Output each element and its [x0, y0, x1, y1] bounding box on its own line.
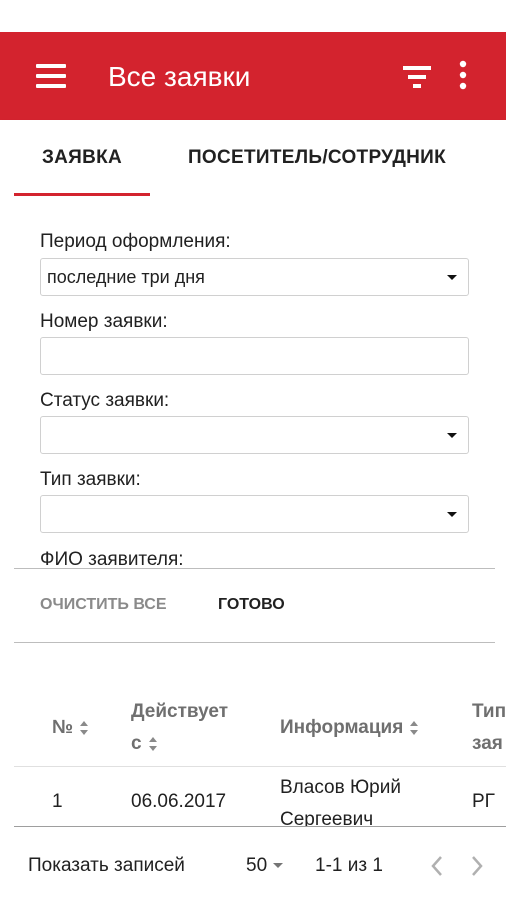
- filter-form: Период оформления: последние три дня Ном…: [0, 196, 506, 568]
- form-divider: [14, 568, 495, 569]
- tab-request[interactable]: ЗАЯВКА: [14, 120, 150, 196]
- request-status-label: Статус заявки:: [40, 390, 170, 411]
- cell-valid-from: 06.06.2017: [131, 791, 227, 812]
- request-type-label: Тип заявки:: [40, 469, 141, 490]
- period-select[interactable]: последние три дня: [40, 258, 469, 296]
- pagination-bar: Показать записей 50 1-1 из 1: [0, 827, 506, 900]
- column-header-type[interactable]: Тип зая: [472, 696, 506, 760]
- request-number-label: Номер заявки:: [40, 311, 168, 332]
- dropdown-arrow-icon: [273, 863, 284, 869]
- page-size-value: 50: [246, 855, 268, 876]
- app-bar: Все заявки: [0, 32, 506, 120]
- filter-actions: ОЧИСТИТЬ ВСЕ ГОТОВО: [0, 570, 506, 642]
- page-range-text: 1-1 из 1: [315, 855, 383, 876]
- cell-number: 1: [52, 791, 63, 812]
- column-header-valid-from-line1: Действует: [131, 701, 229, 722]
- table-header-divider: [14, 766, 506, 767]
- dropdown-arrow-icon: [447, 512, 457, 517]
- tab-visitor-employee[interactable]: ПОСЕТИТЕЛЬ/СОТРУДНИК: [162, 120, 472, 196]
- column-header-valid-from[interactable]: Действует с: [131, 696, 228, 760]
- clear-all-button[interactable]: ОЧИСТИТЬ ВСЕ: [40, 594, 167, 616]
- page-size-select[interactable]: 50: [246, 854, 284, 878]
- applicant-name-label: ФИО заявителя:: [40, 549, 184, 568]
- period-select-value: последние три дня: [47, 267, 205, 287]
- cell-type: РГ: [472, 791, 495, 812]
- actions-divider: [14, 642, 495, 643]
- column-header-number[interactable]: №: [52, 712, 89, 744]
- column-header-number-label: №: [52, 717, 74, 738]
- chevron-left-icon[interactable]: [426, 853, 450, 879]
- sort-icon: [80, 720, 89, 735]
- more-vertical-icon[interactable]: [448, 58, 478, 94]
- dropdown-arrow-icon: [447, 275, 457, 280]
- requests-table: № Действует с Информация Тип зая 1 06.06…: [0, 690, 506, 826]
- column-header-type-line2: зая: [472, 733, 503, 754]
- column-header-information-label: Информация: [280, 717, 404, 738]
- status-bar: [0, 0, 506, 32]
- hamburger-menu-icon[interactable]: [36, 60, 76, 92]
- period-label: Период оформления:: [40, 231, 231, 252]
- request-number-input[interactable]: [40, 337, 469, 375]
- cell-information-line1: Власов Юрий: [280, 777, 401, 798]
- dropdown-arrow-icon: [447, 433, 457, 438]
- chevron-right-icon[interactable]: [464, 853, 488, 879]
- page-size-label: Показать записей: [28, 855, 185, 876]
- request-type-select[interactable]: [40, 495, 469, 533]
- filter-icon[interactable]: [398, 60, 436, 94]
- column-header-information[interactable]: Информация: [280, 712, 419, 744]
- request-status-select[interactable]: [40, 416, 469, 454]
- tab-bar: ЗАЯВКА ПОСЕТИТЕЛЬ/СОТРУДНИК: [0, 120, 506, 196]
- column-header-valid-from-line2: с: [131, 733, 142, 754]
- column-header-type-line1: Тип: [472, 701, 506, 722]
- sort-icon: [410, 720, 419, 735]
- cell-information-line2: Сергеевич: [280, 809, 374, 826]
- sort-icon: [148, 736, 157, 751]
- page-title: Все заявки: [108, 61, 251, 92]
- done-button[interactable]: ГОТОВО: [218, 594, 285, 616]
